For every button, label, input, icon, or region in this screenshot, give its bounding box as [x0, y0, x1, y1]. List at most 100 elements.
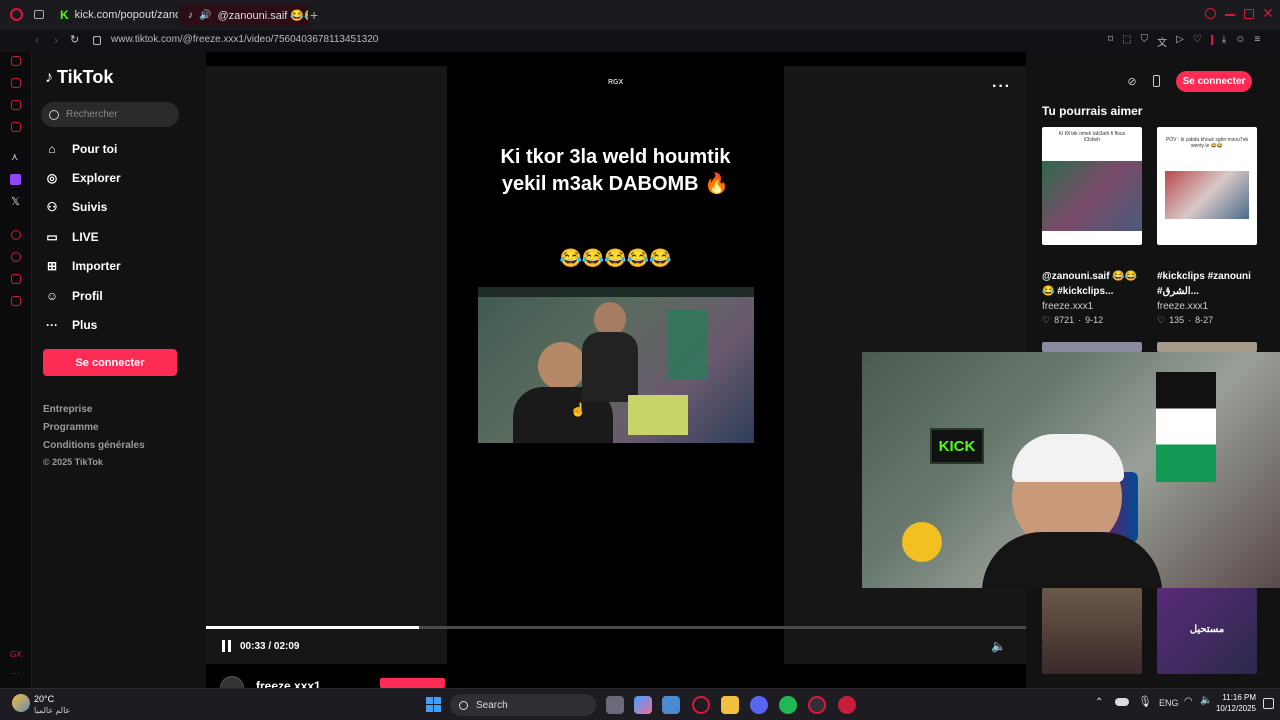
nav-label: Profil	[72, 289, 103, 303]
card-author[interactable]: freeze.xxx1	[1157, 301, 1208, 312]
weather-icon[interactable]	[12, 694, 30, 712]
card-author[interactable]: freeze.xxx1	[1042, 301, 1093, 312]
player-icon[interactable]: ▷	[1176, 34, 1184, 49]
suggestion-thumb[interactable]: Ki t9l bik omek tab3ath fi flous l/3sbeh	[1042, 127, 1142, 245]
tiktok-logo[interactable]: ♪ TikTok	[45, 67, 113, 88]
footer-programme[interactable]: Programme	[43, 422, 99, 433]
close-icon[interactable]: ✕	[1262, 5, 1274, 22]
opera-logo-icon[interactable]	[10, 8, 23, 21]
settings-rail-icon[interactable]	[11, 296, 21, 306]
nav-label: Explorer	[72, 171, 121, 185]
nav-label: Importer	[72, 259, 121, 273]
clock-date[interactable]: 10/12/2025	[1212, 704, 1256, 713]
translate-icon[interactable]: 文	[1157, 34, 1167, 49]
tiktok-sidebar: ♪ TikTok Rechercher ⌂ Pour toi ◎ Explorer …	[32, 52, 206, 688]
player-rail-icon[interactable]	[11, 230, 21, 240]
speaker-icon[interactable]: 🔊	[199, 10, 211, 21]
clock-time[interactable]: 11:16 PM	[1218, 693, 1256, 702]
suggestion-thumb[interactable]	[1157, 342, 1257, 352]
microphone-icon[interactable]: 🎙	[1138, 695, 1152, 708]
kick-sign: KICK	[930, 428, 984, 464]
heart-icon: ♡	[1042, 315, 1051, 325]
card-caption[interactable]: #kickclips #zanouni #الشرق...	[1157, 269, 1269, 299]
forward-icon[interactable]: ›	[54, 33, 58, 47]
nav-plus[interactable]: ··· Plus	[44, 312, 97, 338]
clock-icon[interactable]	[11, 252, 21, 262]
snapshot-icon[interactable]: ⬚	[1122, 34, 1131, 49]
nav-importer[interactable]: ⊞ Importer	[44, 253, 121, 279]
history-icon[interactable]	[11, 56, 21, 66]
nav-live[interactable]: ▭ LIVE	[44, 224, 99, 250]
follow-button[interactable]	[380, 678, 445, 688]
nav-label: Pour toi	[72, 142, 118, 156]
top-login-button[interactable]: Se connecter	[1176, 71, 1252, 92]
browser-tabbar: K kick.com/popout/zanouni ♪ 🔊 @zanouni.s…	[0, 0, 1280, 30]
more-options-icon[interactable]: ···	[992, 78, 1011, 96]
suggestion-thumb[interactable]: POV : ki yabda khouk sghir msou7eb wenty…	[1157, 127, 1257, 245]
pinned-app-icon[interactable]: ⋏	[11, 152, 18, 163]
search-tabs-icon[interactable]	[1205, 8, 1216, 19]
url-field[interactable]: www.tiktok.com/@freeze.xxx1/video/756040…	[111, 34, 378, 45]
suggestion-thumb[interactable]: مستحيل	[1157, 588, 1257, 674]
progress-track[interactable]	[206, 626, 1026, 629]
account-icon[interactable]: ☺	[1235, 34, 1245, 49]
cloud-icon[interactable]	[1115, 698, 1129, 706]
language-indicator[interactable]: ENG	[1159, 698, 1179, 708]
download-icon[interactable]: ⤓	[1222, 34, 1226, 49]
bookmark-icon[interactable]: ⌑	[1108, 34, 1113, 49]
video-frame[interactable]: RGX Ki tkor 3la weld houmtik yekil m3ak …	[447, 66, 784, 664]
nav-explorer[interactable]: ◎ Explorer	[44, 165, 121, 191]
nav-suivis[interactable]: ⚇ Suivis	[44, 194, 108, 220]
whatsapp-icon[interactable]	[11, 122, 21, 132]
x-twitter-icon[interactable]: 𝕏	[11, 195, 20, 208]
footer-entreprise[interactable]: Entreprise	[43, 404, 92, 415]
kick-favicon-icon: K	[60, 8, 69, 22]
more-rail-icon[interactable]: ···	[11, 668, 20, 678]
file-explorer-icon[interactable]	[721, 696, 739, 714]
tab-kick[interactable]: K kick.com/popout/zanouni	[52, 4, 178, 26]
suggestion-thumb[interactable]	[1042, 342, 1142, 352]
copilot-icon[interactable]	[634, 696, 652, 714]
nav-pour-toi[interactable]: ⌂ Pour toi	[44, 136, 117, 162]
nav-profil[interactable]: ☺ Profil	[44, 283, 103, 309]
volume-icon[interactable]: 🔈	[991, 639, 1006, 653]
volume-tray-icon[interactable]: 🔈	[1200, 695, 1212, 706]
weather-temp[interactable]: 20°C	[34, 694, 54, 704]
tab-tiktok[interactable]: ♪ 🔊 @zanouni.saif 😂😂😂	[180, 4, 308, 26]
gx-icon[interactable]: GX	[10, 650, 22, 659]
card-caption[interactable]: @zanouni.saif 😂😂😂 #kickclips...	[1042, 269, 1140, 299]
wifi-icon[interactable]: ◠	[1184, 696, 1193, 707]
nav-label: LIVE	[72, 230, 99, 244]
task-view-icon[interactable]	[606, 696, 624, 714]
shield-icon[interactable]: ⛉	[1141, 34, 1149, 49]
reload-icon[interactable]: ↻	[70, 33, 79, 46]
menu-icon[interactable]: ≡	[1254, 34, 1260, 49]
opera-gx-icon[interactable]	[692, 696, 710, 714]
tab-manager-icon[interactable]	[34, 10, 44, 19]
pin-icon[interactable]	[11, 274, 21, 284]
store-icon[interactable]	[662, 696, 680, 714]
mobile-icon[interactable]	[1146, 71, 1166, 91]
twitch-icon[interactable]	[10, 174, 21, 185]
search-input[interactable]: Rechercher	[41, 102, 179, 127]
pause-button[interactable]	[222, 640, 231, 652]
app-icon[interactable]	[838, 696, 856, 714]
opera-icon[interactable]	[808, 696, 826, 714]
spotify-icon[interactable]	[779, 696, 797, 714]
taskbar-search[interactable]: Search	[450, 694, 596, 716]
messenger-icon[interactable]	[11, 100, 21, 110]
discover-icon[interactable]: ⊘	[1122, 71, 1142, 91]
heart-icon[interactable]: ♡	[1193, 34, 1202, 49]
discord-icon[interactable]	[750, 696, 768, 714]
tray-chevron-icon[interactable]: ⌃	[1095, 697, 1103, 708]
minimize-icon[interactable]	[1225, 14, 1235, 16]
maximize-icon[interactable]	[1244, 9, 1254, 19]
back-icon[interactable]: ‹	[35, 33, 39, 47]
login-button[interactable]: Se connecter	[43, 349, 177, 376]
suggestion-thumb[interactable]	[1042, 588, 1142, 674]
windows-start-icon[interactable]	[426, 697, 441, 712]
aria-icon[interactable]	[11, 78, 21, 88]
footer-conditions[interactable]: Conditions générales	[43, 440, 145, 451]
notification-icon[interactable]	[1263, 698, 1274, 709]
new-tab-icon[interactable]: +	[310, 7, 318, 23]
